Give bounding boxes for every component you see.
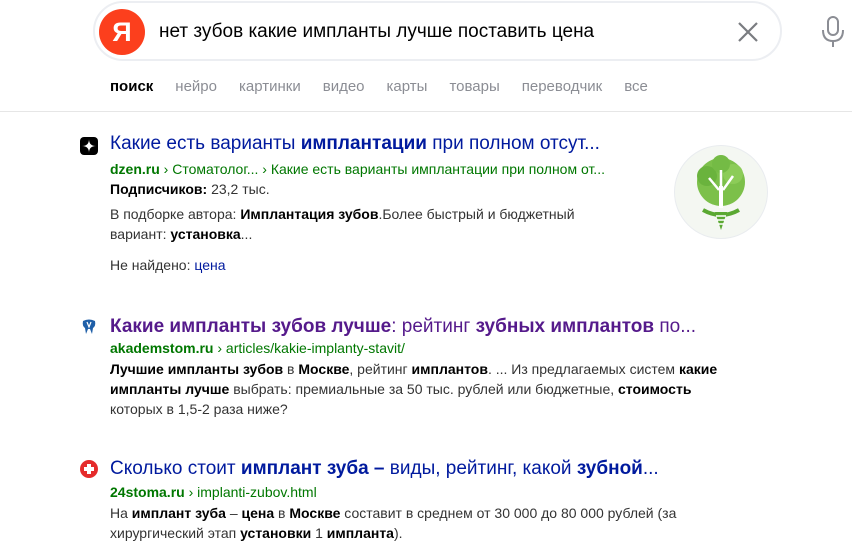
result-url[interactable]: 24stoma.ru › implanti-zubov.html	[110, 484, 317, 500]
result-title[interactable]: Какие импланты зубов лучше: рейтинг зубн…	[110, 316, 696, 338]
result-title[interactable]: Какие есть варианты имплантации при полн…	[110, 133, 600, 155]
tab-maps[interactable]: карты	[387, 78, 428, 95]
dzen-favicon-icon	[80, 137, 98, 155]
search-input[interactable]: нет зубов какие импланты лучше поставить…	[159, 21, 594, 43]
tab-goods[interactable]: товары	[449, 78, 499, 95]
search-box[interactable]: Я нет зубов какие импланты лучше постави…	[93, 1, 782, 61]
result-url[interactable]: akademstom.ru › articles/kakie-implanty-…	[110, 340, 405, 356]
tab-translator[interactable]: переводчик	[522, 78, 602, 95]
clear-icon[interactable]	[736, 20, 760, 44]
result-url[interactable]: dzen.ru › Стоматолог... › Какие есть вар…	[110, 161, 605, 177]
tab-images[interactable]: картинки	[239, 78, 301, 95]
yandex-logo[interactable]: Я	[99, 9, 145, 55]
result-thumbnail[interactable]	[674, 145, 768, 239]
not-found-term-link[interactable]: цена	[194, 257, 225, 273]
result-title[interactable]: Сколько стоит имплант зуба – виды, рейти…	[110, 458, 659, 480]
tab-video[interactable]: видео	[323, 78, 365, 95]
tab-search[interactable]: поиск	[110, 78, 153, 95]
tab-all[interactable]: все	[624, 78, 648, 95]
subscribers-count: Подписчиков: 23,2 тыс.	[110, 181, 270, 197]
microphone-icon[interactable]	[818, 14, 848, 48]
red-cross-favicon-icon	[80, 460, 98, 478]
search-header: Я нет зубов какие импланты лучше постави…	[0, 0, 852, 112]
tab-neuro[interactable]: нейро	[175, 78, 217, 95]
result-snippet: В подборке автора: Имплантация зубов.Бол…	[110, 206, 575, 242]
result-snippet: На имплант зуба – цена в Москве составит…	[110, 505, 677, 541]
not-found-note: Не найдено: цена	[110, 257, 226, 273]
search-tabs: поиск нейро картинки видео карты товары …	[110, 78, 670, 95]
tooth-favicon-icon	[80, 318, 98, 336]
result-snippet: Лучшие импланты зубов в Москве, рейтинг …	[110, 361, 718, 417]
